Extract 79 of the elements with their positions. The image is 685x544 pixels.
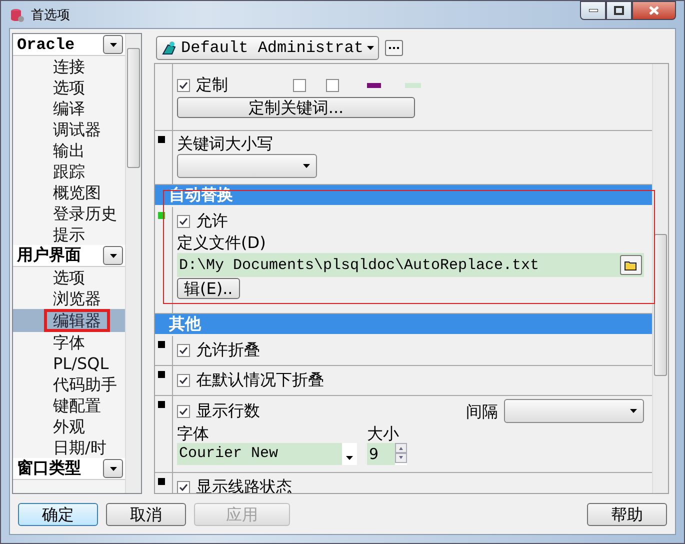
scrollbar-thumb[interactable] (654, 234, 667, 376)
dropdown-button[interactable] (103, 35, 123, 54)
caret-icon (630, 409, 637, 413)
size-spinner[interactable]: 9 (367, 443, 407, 465)
caret-icon (110, 254, 116, 258)
browse-button[interactable] (620, 255, 642, 275)
help-button[interactable]: 帮助 (587, 502, 667, 526)
maximize-icon (614, 6, 624, 15)
checkmark-icon (179, 216, 188, 226)
checkmark-icon (179, 406, 188, 416)
dropdown-button[interactable] (103, 246, 123, 265)
dropdown-button[interactable] (103, 459, 123, 478)
size-label: 大小 (367, 424, 400, 443)
checkmark-icon (179, 80, 188, 90)
category-header[interactable]: Oracle (13, 34, 125, 56)
sidebar-item[interactable]: 连接 (13, 56, 125, 77)
sidebar-item[interactable]: 登录历史 (13, 203, 125, 224)
scrollbar[interactable] (652, 64, 668, 493)
checkbox[interactable]: 允许折叠 (177, 339, 648, 361)
keyword-case-label: 关键词大小写 (177, 134, 274, 153)
sidebar-item[interactable]: 调试器 (13, 119, 125, 140)
checkbox[interactable]: 允许 (177, 210, 648, 232)
caret-icon (367, 46, 374, 50)
category-header[interactable]: 窗口类型 (13, 458, 125, 480)
checkbox[interactable]: 定制 (177, 74, 293, 96)
caret-icon (110, 42, 116, 46)
sidebar-item[interactable]: 提示 (13, 224, 125, 245)
interval-label: 间隔 (466, 402, 498, 420)
sidebar-item[interactable]: PL/SQL (13, 353, 125, 374)
custom-keywords-button[interactable]: 定制关键词... (177, 97, 415, 118)
folder-icon (624, 260, 638, 270)
definition-file-label: 定义文件(D) (177, 233, 267, 252)
caret-icon (346, 456, 353, 460)
scrollbar[interactable] (125, 34, 141, 493)
database-icon (9, 6, 25, 22)
checkbox[interactable] (326, 78, 339, 92)
edit-button[interactable]: 辑(E).. (177, 278, 240, 299)
interval-dropdown[interactable] (504, 399, 644, 423)
sidebar-item[interactable]: 编译 (13, 98, 125, 119)
checkmark-icon (179, 376, 188, 384)
sidebar-item[interactable]: 选项 (13, 77, 125, 98)
checkbox[interactable]: 显示行数 (177, 400, 260, 422)
sidebar-item[interactable]: 浏览器 (13, 288, 125, 309)
checkmark-icon (179, 482, 188, 492)
sidebar-item[interactable]: 日期/时 (13, 437, 125, 458)
sidebar-item[interactable]: 选项 (13, 267, 125, 288)
keyword-case-dropdown[interactable] (177, 154, 317, 178)
close-button[interactable] (632, 1, 676, 20)
maximize-button[interactable] (606, 1, 632, 20)
section-header: 其他 (155, 314, 652, 334)
sidebar-item[interactable]: 概览图 (13, 182, 125, 203)
font-combo[interactable]: Courier New (177, 443, 357, 465)
checkbox[interactable]: 在默认情况下折叠 (177, 369, 648, 391)
font-label: 字体 (177, 424, 210, 443)
close-icon (649, 6, 659, 15)
sidebar-item[interactable]: 字体 (13, 332, 125, 353)
sidebar-item[interactable]: 键配置 (13, 395, 125, 416)
dialog-button[interactable]: 取消 (106, 502, 186, 526)
sidebar-item[interactable]: 代码助手 (13, 374, 125, 395)
file-path-field[interactable]: D:\My Documents\plsqldoc\AutoReplace.txt (177, 253, 644, 277)
sidebar-item[interactable]: 输出 (13, 140, 125, 161)
spin-arrows-icon (395, 443, 407, 463)
minimize-icon (588, 9, 598, 12)
minimize-button[interactable] (580, 1, 606, 20)
window-title: 首选项 (31, 6, 70, 24)
profile-dropdown[interactable]: Default Administrat (156, 36, 380, 60)
sidebar-item[interactable]: 跟踪 (13, 161, 125, 182)
sidebar-item[interactable]: 编辑器 (13, 309, 125, 332)
caret-icon (303, 164, 310, 168)
caret-icon (110, 466, 116, 470)
checkbox[interactable] (293, 78, 306, 92)
category-header[interactable]: 用户界面 (13, 245, 125, 267)
checkmark-icon (179, 346, 188, 354)
scrollbar-thumb[interactable] (127, 48, 140, 168)
color-swatch[interactable] (367, 82, 381, 88)
dialog-button[interactable]: 确定 (18, 502, 98, 526)
color-swatch[interactable] (405, 82, 421, 88)
more-button[interactable] (385, 40, 404, 56)
sidebar-item[interactable]: 外观 (13, 416, 125, 437)
